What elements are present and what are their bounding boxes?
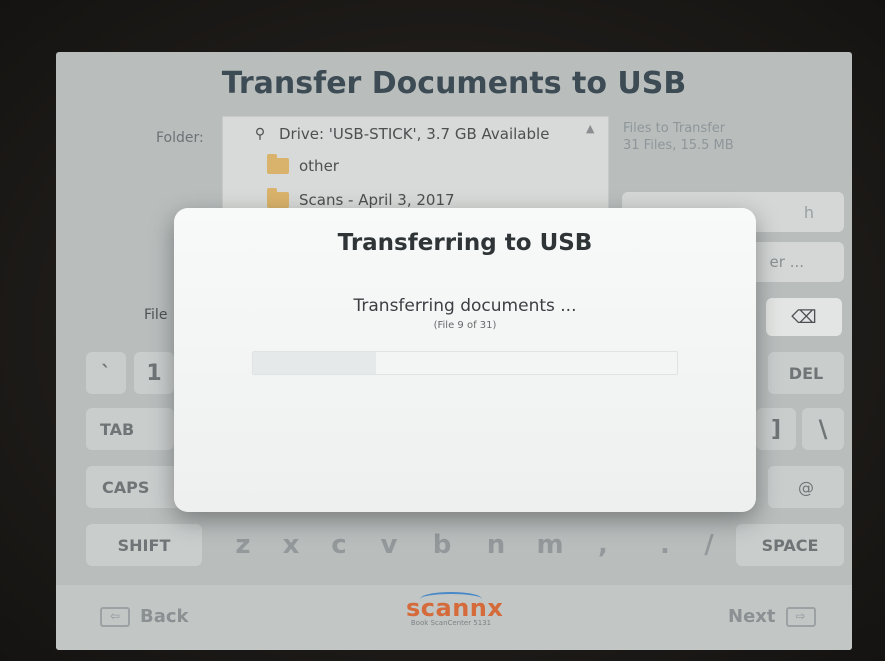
- next-button-label: Next: [728, 606, 776, 627]
- back-button-label: Back: [140, 606, 189, 627]
- backspace-key[interactable]: ⌫: [766, 298, 842, 336]
- key-b[interactable]: b: [422, 524, 462, 566]
- key-backslash[interactable]: \: [802, 408, 844, 450]
- transfer-progress-bar: [252, 351, 678, 375]
- folder-item-drive[interactable]: ⚲ Drive: 'USB-STICK', 3.7 GB Available: [251, 121, 550, 147]
- key-1[interactable]: 1: [134, 352, 174, 394]
- folder-item-label: other: [299, 157, 339, 175]
- key-bracket[interactable]: ]: [756, 408, 796, 450]
- folder-item-label: Scans - April 3, 2017: [299, 191, 455, 209]
- key-v[interactable]: v: [372, 524, 406, 566]
- key-n[interactable]: n: [476, 524, 516, 566]
- usb-icon: ⚲: [254, 126, 266, 142]
- folder-item-other[interactable]: other: [267, 153, 339, 179]
- transfer-summary-value: 31 Files, 15.5 MB: [623, 138, 734, 153]
- key-tab[interactable]: TAB: [86, 408, 174, 450]
- transfer-dialog: Transferring to USB Transferring documen…: [174, 208, 756, 512]
- key-z[interactable]: z: [226, 524, 260, 566]
- key-m[interactable]: m: [524, 524, 576, 566]
- progress-fill: [253, 352, 376, 374]
- back-arrow-icon: ⇦: [100, 606, 130, 627]
- key-comma[interactable]: ,: [588, 524, 618, 566]
- logo-subtitle: Book ScanCenter 5131: [410, 619, 492, 627]
- folder-label: Folder:: [156, 130, 204, 146]
- scroll-up-icon[interactable]: ▲: [586, 122, 594, 135]
- key-del[interactable]: DEL: [768, 352, 844, 394]
- key-c[interactable]: c: [322, 524, 356, 566]
- key-x[interactable]: x: [274, 524, 308, 566]
- key-period[interactable]: .: [650, 524, 680, 566]
- file-name-label: File: [144, 307, 168, 323]
- key-backtick[interactable]: `: [86, 352, 126, 394]
- next-arrow-icon: ⇨: [785, 606, 816, 627]
- next-button[interactable]: Next ⇨: [728, 606, 816, 627]
- back-button[interactable]: ⇦ Back: [100, 606, 189, 627]
- key-space[interactable]: SPACE: [736, 524, 844, 566]
- key-at[interactable]: @: [768, 466, 844, 508]
- scannx-logo: scannx Book ScanCenter 5131: [406, 592, 503, 644]
- file-counter: (File 9 of 31): [433, 320, 497, 331]
- key-caps[interactable]: CAPS: [86, 466, 182, 508]
- transfer-summary: Files to Transfer 31 Files, 15.5 MB: [623, 120, 734, 154]
- page-title: Transfer Documents to USB: [221, 66, 687, 101]
- folder-icon: [267, 154, 289, 174]
- transfer-summary-label: Files to Transfer: [623, 121, 726, 136]
- backspace-icon: ⌫: [791, 306, 817, 328]
- dialog-message: Transferring documents ...: [353, 296, 577, 316]
- folder-icon: [267, 188, 289, 208]
- key-slash[interactable]: /: [692, 524, 726, 566]
- folder-item-label: Drive: 'USB-STICK', 3.7 GB Available: [279, 125, 550, 143]
- key-shift[interactable]: SHIFT: [86, 524, 202, 566]
- cloud-icon: [420, 592, 482, 606]
- dialog-title: Transferring to USB: [337, 230, 593, 256]
